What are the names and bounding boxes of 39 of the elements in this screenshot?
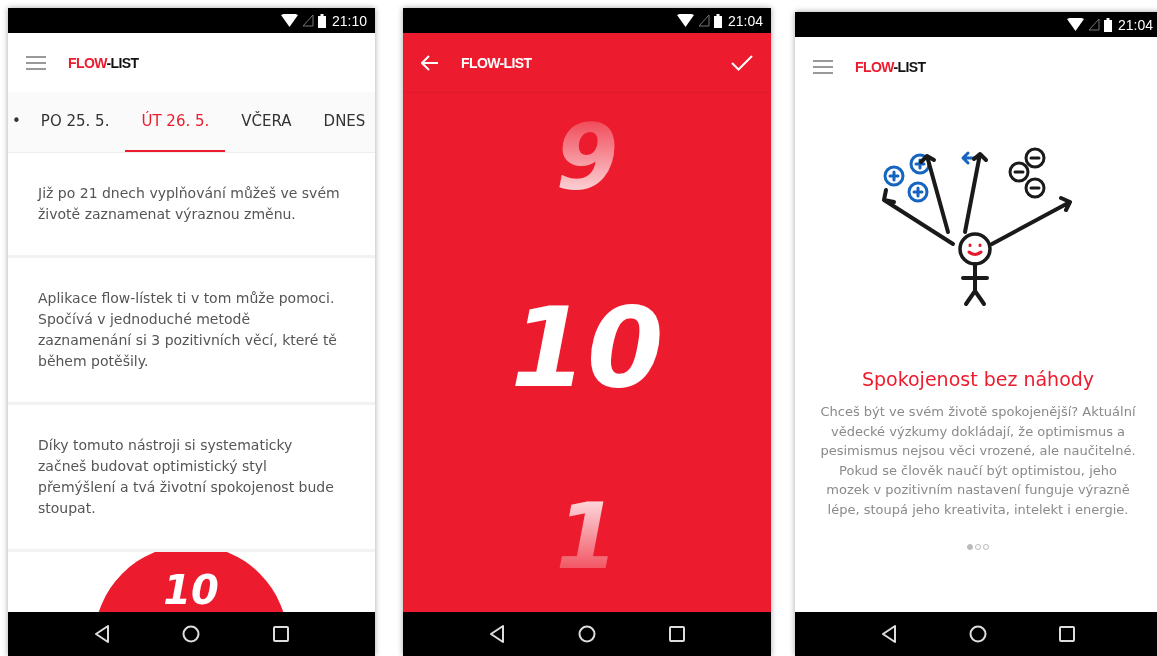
signal-icon	[697, 14, 710, 27]
wifi-icon	[676, 14, 694, 27]
number-option[interactable]: 10	[510, 292, 664, 403]
battery-icon	[317, 13, 326, 28]
back-icon[interactable]	[94, 625, 111, 643]
app-logo: FLOW-LIST	[461, 54, 532, 71]
status-time: 21:10	[331, 12, 367, 29]
wifi-icon	[280, 14, 298, 27]
home-icon[interactable]	[182, 625, 201, 643]
page-dot[interactable]	[967, 543, 973, 550]
intro-text: Chceš být ve svém životě spokojenější? Aktuální vědecké výzkumy dokládají, že optimismus a pesimismus nejsou věci vrozené, ale naučitelné. Pokud se člověk naučí být optimistou, jeho mozek v pozitivním nastavení funguje výrazně lépe, stoupá jeho kreativita, intelekt i energie.	[819, 403, 1137, 519]
menu-icon[interactable]	[813, 59, 833, 74]
recents-icon[interactable]	[1059, 626, 1075, 642]
recents-icon[interactable]	[272, 626, 289, 642]
battery-icon	[1103, 17, 1112, 32]
app-logo: FLOW-LIST	[68, 54, 139, 71]
day-tab[interactable]: PO 25. 5.	[24, 92, 126, 152]
recents-icon[interactable]	[668, 626, 685, 642]
menu-icon[interactable]	[26, 55, 46, 70]
day-tab[interactable]: VČERA	[225, 92, 308, 152]
day-tab[interactable]: DNES	[307, 92, 375, 152]
info-card: Díky tomuto nástroji si systematicky začneš budovat optimistický styl přemýšlení a tvá životní spokojenost bude stoupat.	[8, 405, 375, 549]
home-icon[interactable]	[969, 625, 987, 643]
info-card: Již po 21 dnech vyplňování můžeš ve svém životě zaznamenat výraznou změnu.	[8, 153, 375, 255]
battery-icon	[713, 13, 722, 28]
status-time: 21:04	[1117, 16, 1153, 33]
info-card: Aplikace flow-lístek ti v tom může pomoci. Spočívá v jednoduché metodě zaznamenání si 3 pozitivních věcí, které tě během potěšily.	[8, 258, 375, 402]
back-icon[interactable]	[489, 625, 506, 643]
intro-title: Spokojenost bez náhody	[861, 368, 1095, 390]
home-icon[interactable]	[578, 625, 596, 643]
check-icon[interactable]	[731, 54, 753, 71]
back-icon[interactable]	[881, 625, 897, 643]
signal-icon	[1087, 18, 1100, 31]
signal-icon	[301, 14, 314, 27]
app-logo: FLOW-LIST	[855, 58, 926, 75]
status-time: 21:04	[727, 12, 763, 29]
wifi-icon	[1066, 18, 1084, 31]
back-arrow-icon[interactable]	[421, 54, 439, 71]
day-tab[interactable]: •	[8, 92, 25, 152]
